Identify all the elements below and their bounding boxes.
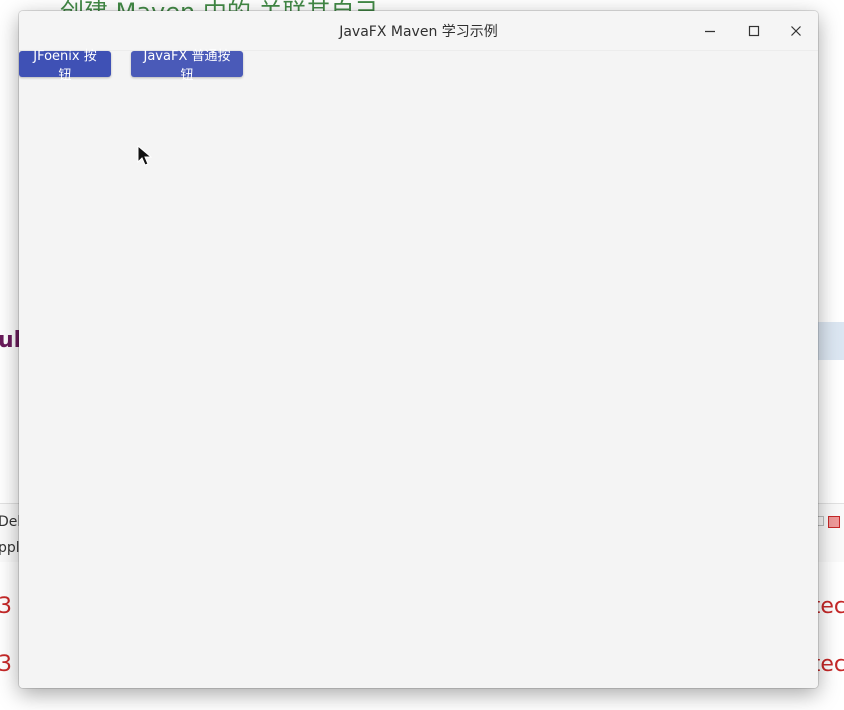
jfoenix-button[interactable]: JFoenix 按钮 (19, 49, 111, 83)
window-title: JavaFX Maven 学习示例 (339, 23, 498, 40)
minimize-button[interactable] (688, 11, 732, 50)
maximize-icon (748, 25, 760, 36)
close-button[interactable] (774, 11, 818, 50)
background-ide-stop-icon (828, 516, 840, 528)
title-bar[interactable]: JavaFX Maven 学习示例 (19, 11, 818, 51)
close-icon (791, 25, 801, 36)
minimize-icon (705, 30, 715, 32)
javafx-button[interactable]: JavaFX 普通按钮 (131, 49, 243, 83)
mouse-cursor-icon (137, 145, 153, 166)
app-window: JavaFX Maven 学习示例 JFoenix 按钮 JavaFX 普通按钮 (19, 11, 818, 688)
maximize-button[interactable] (732, 11, 776, 50)
